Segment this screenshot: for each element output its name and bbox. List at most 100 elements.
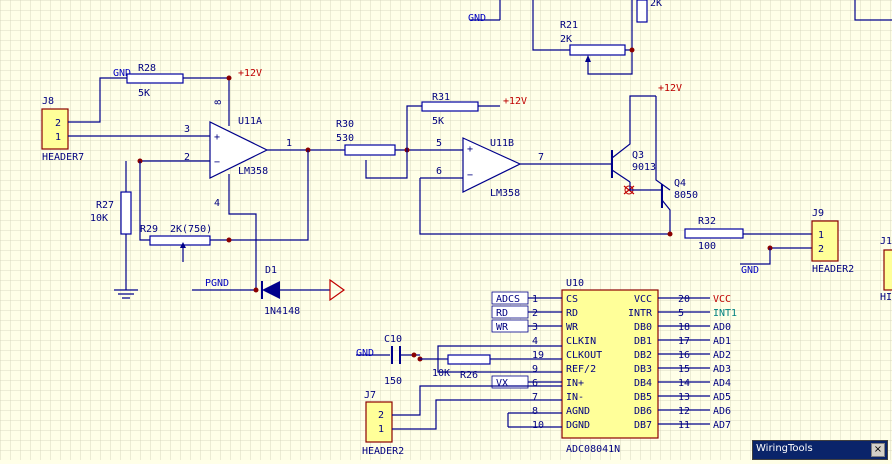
r21-resistor[interactable] xyxy=(569,44,626,56)
svg-text:2: 2 xyxy=(818,244,824,255)
q4-part: 8050 xyxy=(674,190,698,201)
adc-net-label: AD0 xyxy=(713,322,731,333)
r27-resistor[interactable] xyxy=(120,191,132,235)
r26-resistor[interactable] xyxy=(447,354,491,365)
adc-right-pin: DB6 12 AD6 xyxy=(634,406,731,417)
c10-value: 150 xyxy=(384,376,402,387)
adc-right-pin: DB5 13 AD5 xyxy=(634,392,731,403)
j9-ref: J9 xyxy=(812,208,824,219)
r28-resistor[interactable] xyxy=(126,73,184,84)
adc-pin-number: 18 xyxy=(678,322,690,333)
adc-pin-number: 4 xyxy=(532,336,538,347)
r30-resistor[interactable] xyxy=(344,144,396,156)
adc-right-pin: DB2 16 AD2 xyxy=(634,350,731,361)
r29-value: 2K(750) xyxy=(170,224,212,235)
adc-net-label: AD1 xyxy=(713,336,731,347)
adc-right-pin: DB1 17 AD1 xyxy=(634,336,731,347)
adc-pin-name: DB3 xyxy=(634,364,652,375)
adc-net-label: AD6 xyxy=(713,406,731,417)
r29-resistor[interactable] xyxy=(149,235,211,246)
adc-pin-number: 8 xyxy=(532,406,538,417)
schematic-sheet[interactable]: GND R21 2K 2K J8 2 1 HEADER7 GND R28 5K … xyxy=(0,0,892,460)
wiring-tools-panel[interactable]: WiringTools × xyxy=(752,440,888,460)
adc-pin-name: DB0 xyxy=(634,322,652,333)
gnd-label-c10: GND xyxy=(356,348,374,359)
adc-left-pin: RD 2 RD xyxy=(491,305,578,319)
adc-net-label: AD2 xyxy=(713,350,731,361)
svg-text:−: − xyxy=(214,157,220,168)
adc-pin-name: DB4 xyxy=(634,378,652,389)
adc-pin-name: REF/2 xyxy=(566,364,596,375)
u11a-ref: U11A xyxy=(238,116,262,127)
j1-header-partial[interactable] xyxy=(883,249,892,291)
adc-pin-name: AGND xyxy=(566,406,590,417)
adc-pin-number: 7 xyxy=(532,392,538,403)
svg-text:1: 1 xyxy=(818,230,824,241)
grid-background xyxy=(0,0,892,460)
adc-pin-name: DB1 xyxy=(634,336,652,347)
gnd-label-j9: GND xyxy=(741,265,759,276)
u10-ref: U10 xyxy=(566,278,584,289)
adc-pin-number: 20 xyxy=(678,294,690,305)
adc-pin-number: 11 xyxy=(678,420,690,431)
j7-ref: J7 xyxy=(364,390,376,401)
adc-pin-name: WR xyxy=(566,322,579,333)
adc-net-label: WR xyxy=(496,322,509,333)
adc-net-label: INT1 xyxy=(713,308,737,319)
adc-pin-number: 1 xyxy=(532,294,538,305)
adc-pin-number: 10 xyxy=(532,420,544,431)
svg-text:6: 6 xyxy=(436,166,442,177)
svg-text:7: 7 xyxy=(538,152,544,163)
adc-pin-number: 16 xyxy=(678,350,690,361)
r32-resistor[interactable] xyxy=(684,228,744,239)
svg-text:+: + xyxy=(214,132,220,143)
j8-name: HEADER7 xyxy=(42,152,84,163)
j9-name: HEADER2 xyxy=(812,264,854,275)
adc-pin-name: DB7 xyxy=(634,420,652,431)
q4-ref: Q4 xyxy=(674,178,686,189)
r31-resistor[interactable] xyxy=(421,101,479,112)
r30-ref: R30 xyxy=(336,119,354,130)
adc-net-label: VCC xyxy=(713,294,731,305)
adc-pin-number: 5 xyxy=(678,308,684,319)
svg-text:2: 2 xyxy=(55,118,61,129)
adc-right-pin: INTR 5 INT1 xyxy=(628,308,737,319)
close-button[interactable]: × xyxy=(871,443,885,457)
adc-right-pin: DB7 11 AD7 xyxy=(634,420,731,431)
adc-right-pin: DB4 14 AD4 xyxy=(634,378,731,389)
svg-text:1: 1 xyxy=(286,138,292,149)
adc-net-label: RD xyxy=(496,308,508,319)
j7-name: HEADER2 xyxy=(362,446,404,457)
q3-ref: Q3 xyxy=(632,150,644,161)
adc-net-label: VX xyxy=(496,378,508,389)
schematic-canvas[interactable]: GND R21 2K 2K J8 2 1 HEADER7 GND R28 5K … xyxy=(0,0,892,460)
adc-pin-number: 17 xyxy=(678,336,690,347)
svg-text:1: 1 xyxy=(378,424,384,435)
adc-right-pin: DB0 18 AD0 xyxy=(634,322,731,333)
r26-ref: R26 xyxy=(460,370,478,381)
adc-pin-number: 9 xyxy=(532,364,538,375)
r32-ref: R32 xyxy=(698,216,716,227)
adc-net-label: AD7 xyxy=(713,420,731,431)
adc-pin-name: DB6 xyxy=(634,406,652,417)
r21-value: 2K xyxy=(560,34,572,45)
u10-part: ADC08041N xyxy=(566,444,620,455)
wiring-tools-title: WiringTools xyxy=(756,443,813,454)
adc-left-pin: WR 3 WR xyxy=(491,319,579,333)
gnd-label-top: GND xyxy=(468,13,486,24)
adc-pin-number: 13 xyxy=(678,392,690,403)
r-2k-top-value: 2K xyxy=(650,0,662,9)
adc-pin-number: 14 xyxy=(678,378,690,389)
c10-ref: C10 xyxy=(384,334,402,345)
svg-text:3: 3 xyxy=(184,124,190,135)
j8-ref: J8 xyxy=(42,96,54,107)
r28-ref: R28 xyxy=(138,63,156,74)
adc-net-label: AD3 xyxy=(713,364,731,375)
r21-ref: R21 xyxy=(560,20,578,31)
pgnd-label: PGND xyxy=(205,278,229,289)
adc-pin-name: IN- xyxy=(566,392,584,403)
r31-ref: R31 xyxy=(432,92,450,103)
svg-text:−: − xyxy=(467,170,473,181)
r-2k-top[interactable] xyxy=(636,0,648,23)
r28-value: 5K xyxy=(138,88,150,99)
